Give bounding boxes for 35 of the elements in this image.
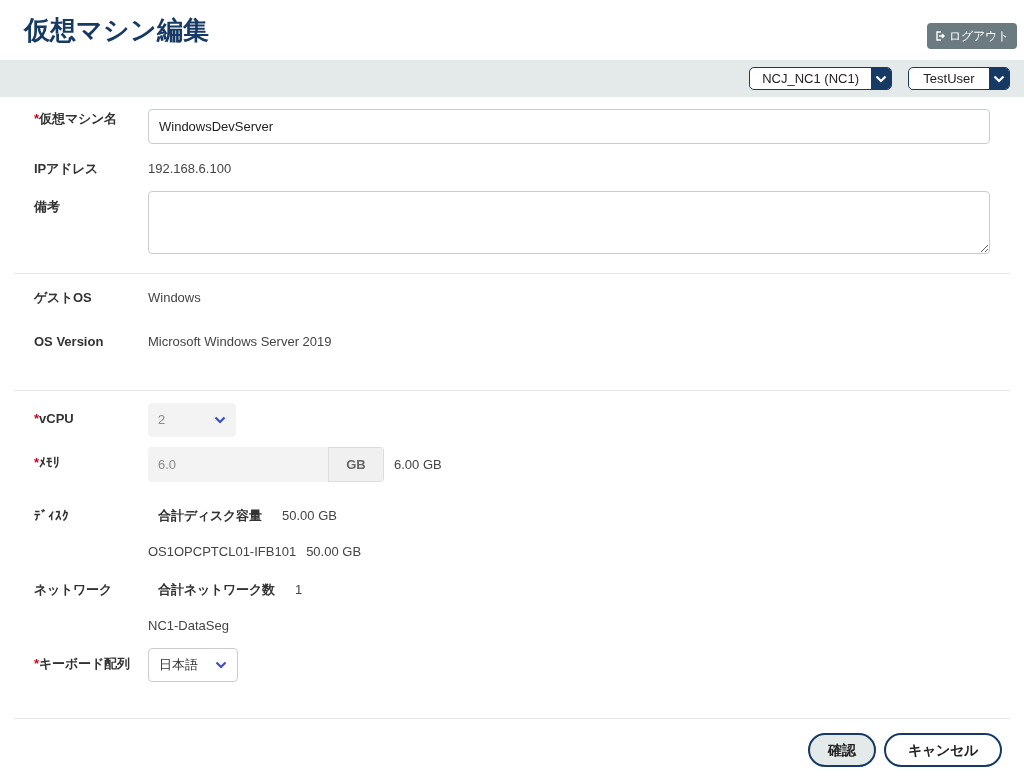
field-label: *仮想マシン名 [34,110,119,128]
memory-reading: 6.00 GB [394,455,442,474]
dropdown-select[interactable]: 日本語 [148,648,238,682]
field-value: Microsoft Windows Server 2019 [148,334,332,349]
summary-value: 1 [295,581,303,600]
field-value: Windows [148,290,201,305]
logout-icon [935,31,945,41]
notes-textarea[interactable] [148,191,990,254]
item-name: NC1-DataSeg [148,617,229,636]
summary-label: 合計ネットワーク数 [158,581,275,600]
text-input[interactable]: WindowsDevServer [148,109,990,144]
field-label: *vCPU [34,410,75,428]
logout-button[interactable]: ログアウト [927,23,1017,49]
item-size: 50.00 GB [306,543,362,562]
field-label: OS Version [34,333,105,351]
field-label: *キーボード配列 [34,655,132,673]
page-title: 仮想マシン編集 [24,13,209,47]
chevron-down-icon [993,74,1005,83]
field-label: ネットワーク [34,581,113,599]
header-select[interactable]: TestUser [908,67,1010,90]
field-value: 192.168.6.100 [148,161,232,176]
chevron-down-icon [214,416,226,424]
chevron-down-icon [215,661,227,669]
field-label: *ﾒﾓﾘ [34,454,62,472]
header-select[interactable]: NCJ_NC1 (NC1) [749,67,892,90]
field-label: 備考 [34,198,61,216]
summary-label: 合計ディスク容量 [158,507,262,526]
cancel-button[interactable]: キャンセル [884,733,1002,767]
confirm-button[interactable]: 確認 [808,733,876,767]
chevron-down-icon [875,74,887,83]
item-name: OS1OPCPTCL01-IFB101 [148,543,297,562]
field-label: IPアドレス [34,160,100,178]
field-label: ﾃﾞｨｽｸ [34,507,70,525]
summary-value: 50.00 GB [282,507,337,526]
field-label: ゲストOS [34,289,93,307]
